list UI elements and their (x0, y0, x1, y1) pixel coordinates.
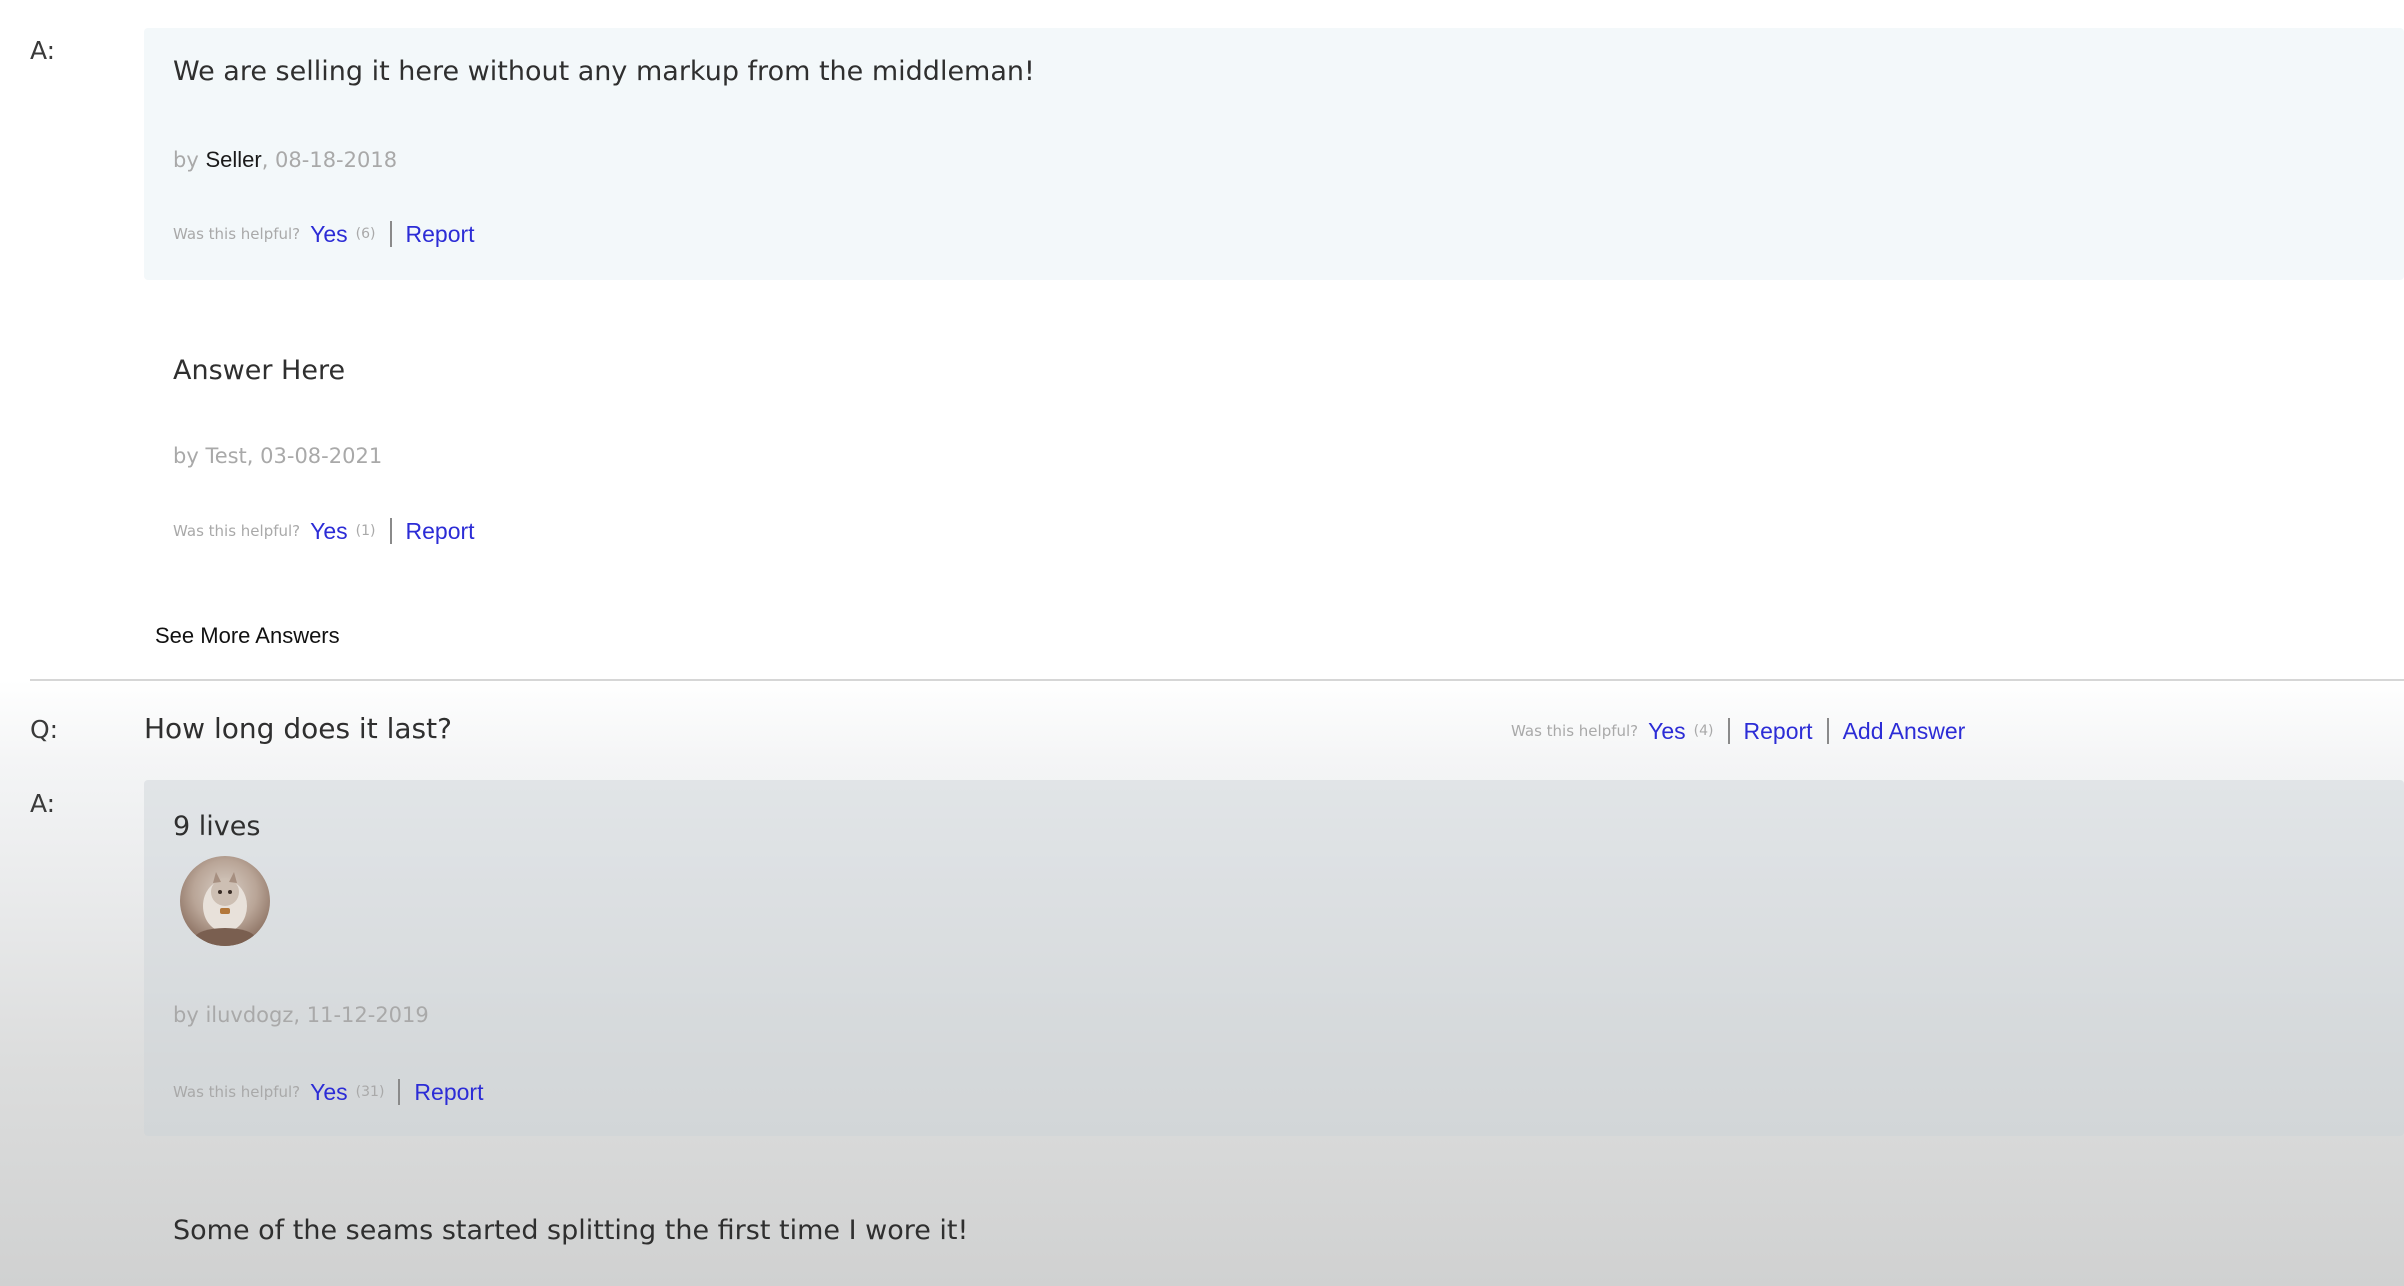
answer-byline: by Seller, 08-18-2018 (173, 147, 397, 173)
helpful-yes-count: (6) (355, 226, 376, 242)
helpful-label: Was this helpful? (1511, 722, 1639, 740)
separator (398, 1079, 401, 1105)
answer-text: Answer Here (173, 355, 346, 386)
question-text: How long does it last? (144, 712, 452, 745)
report-link[interactable]: Report (406, 518, 475, 545)
separator (389, 518, 392, 544)
byline-prefix: by (173, 1003, 206, 1027)
question-yes-link[interactable]: Yes (1648, 718, 1686, 745)
answer-helpful-row: Was this helpful? Yes (31) Report (173, 1077, 483, 1107)
answer-author: Seller (205, 147, 262, 172)
answer-prefix: A: (30, 789, 56, 818)
answer-byline: by Test, 03-08-2021 (173, 444, 382, 468)
answer-byline: by iluvdogz, 11-12-2019 (173, 1003, 429, 1027)
answer-date: , 11-12-2019 (293, 1003, 429, 1027)
helpful-yes-count: (31) (355, 1084, 385, 1100)
answer-author: iluvdogz (205, 1003, 294, 1027)
answer-date: , 08-18-2018 (261, 148, 398, 172)
helpful-label: Was this helpful? (173, 522, 301, 540)
question-report-link[interactable]: Report (1744, 718, 1813, 745)
answer-image-thumbnail[interactable] (180, 856, 270, 946)
add-answer-link[interactable]: Add Answer (1843, 718, 1966, 745)
answer-author: Test (205, 444, 247, 468)
answer-prefix: A: (30, 36, 56, 65)
question-helpful-row: Was this helpful? Yes (4) Report Add Ans… (1511, 716, 1965, 746)
separator (389, 221, 392, 247)
helpful-label: Was this helpful? (173, 1083, 301, 1101)
separator (1727, 718, 1730, 744)
separator (1826, 718, 1829, 744)
helpful-yes-count: (1) (355, 523, 376, 539)
question-prefix: Q: (30, 715, 59, 744)
answer-helpful-row: Was this helpful? Yes (6) Report (173, 219, 475, 249)
helpful-yes-link[interactable]: Yes (310, 221, 348, 248)
byline-prefix: by (173, 148, 206, 172)
answer-text: We are selling it here without any marku… (173, 56, 1035, 87)
report-link[interactable]: Report (406, 221, 475, 248)
byline-prefix: by (173, 444, 206, 468)
helpful-yes-link[interactable]: Yes (310, 518, 348, 545)
answer-helpful-row: Was this helpful? Yes (1) Report (173, 516, 475, 546)
answer-date: , 03-08-2021 (246, 444, 383, 468)
helpful-label: Was this helpful? (173, 225, 301, 243)
question-yes-count: (4) (1693, 723, 1714, 739)
qa-page: A: We are selling it here without any ma… (0, 0, 2404, 1286)
see-more-answers-link[interactable]: See More Answers (155, 623, 340, 649)
helpful-yes-link[interactable]: Yes (310, 1079, 348, 1106)
report-link[interactable]: Report (414, 1079, 483, 1106)
answer-text: Some of the seams started splitting the … (173, 1215, 969, 1246)
answer-text: 9 lives (173, 811, 261, 842)
question-divider (30, 679, 2404, 681)
cat-photo-icon (195, 872, 255, 946)
